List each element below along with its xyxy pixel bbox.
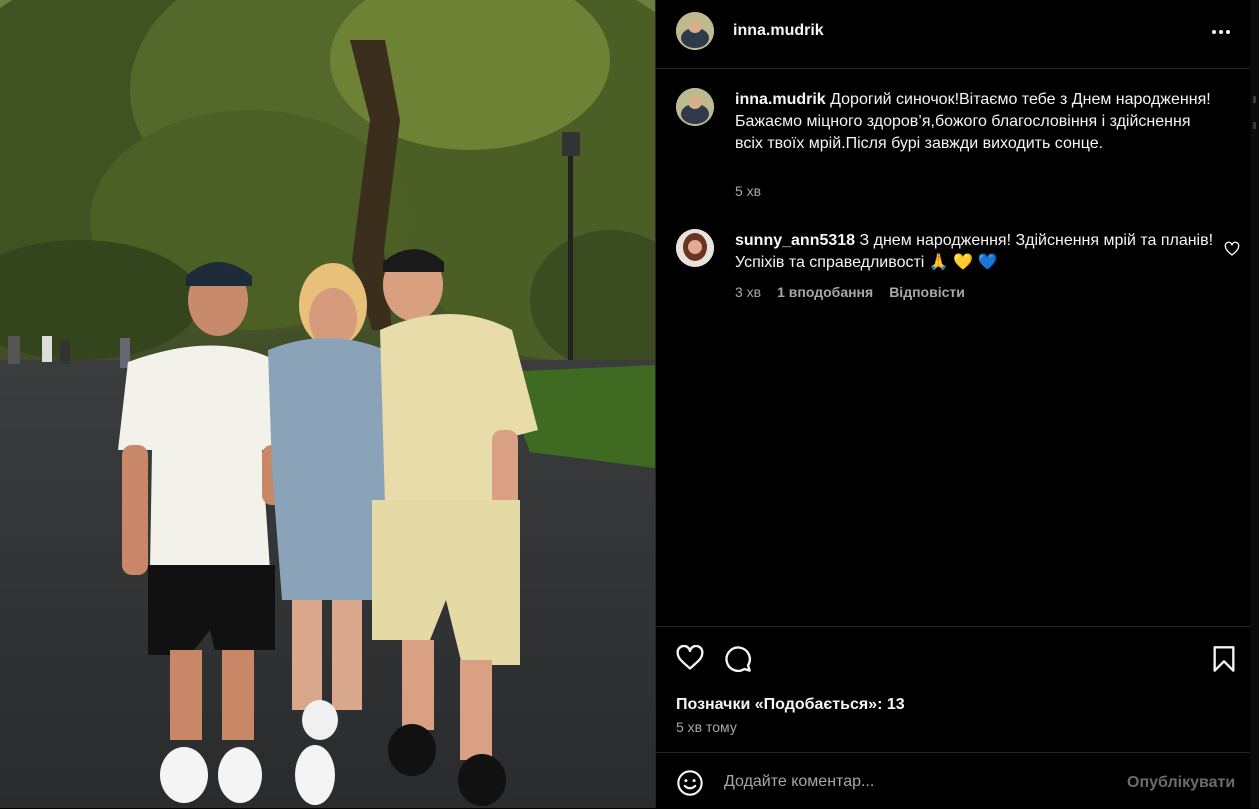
add-comment-form: Опублікувати [656, 752, 1251, 809]
caption-author-avatar-image [676, 88, 714, 126]
scrollbar-strip[interactable] [1250, 0, 1259, 808]
author-avatar[interactable] [676, 12, 714, 50]
comment-like-heart-icon[interactable] [1224, 241, 1240, 257]
emoji-icon[interactable] [676, 769, 704, 797]
scrollbar-tick [1253, 96, 1256, 103]
commenter-avatar-image [676, 229, 714, 267]
comment-text-block: sunny_ann5318 З днем народження! Здійсне… [735, 230, 1215, 274]
post-photo-illustration [0, 0, 655, 808]
caption-author-avatar[interactable] [676, 88, 714, 126]
author-username[interactable]: inna.mudrik [733, 22, 824, 40]
reply-button[interactable]: Відповісти [889, 284, 965, 300]
post-timestamp[interactable]: 5 хв тому [676, 719, 737, 735]
caption-username[interactable]: inna.mudrik [735, 91, 826, 108]
comment-likes-count[interactable]: 1 вподобання [777, 284, 873, 300]
author-avatar-image [676, 12, 714, 50]
post-comment-button[interactable]: Опублікувати [1127, 774, 1235, 792]
more-options-icon[interactable] [1204, 18, 1238, 46]
commenter-avatar[interactable] [676, 229, 714, 267]
comment-input[interactable] [722, 769, 1106, 795]
heart-icon[interactable] [676, 645, 704, 671]
comment-time[interactable]: 3 хв [735, 284, 761, 300]
post-photo[interactable] [0, 0, 655, 808]
post-details-panel: inna.mudrik inna.mudrik Дорогий синочок!… [655, 0, 1251, 808]
comment-icon[interactable] [724, 645, 752, 673]
post-actions: Позначки «Подобається»: 13 5 хв тому [656, 626, 1251, 749]
caption-text-block: inna.mudrik Дорогий синочок!Вітаємо тебе… [735, 89, 1215, 155]
likes-count[interactable]: Позначки «Подобається»: 13 [676, 696, 905, 714]
post-header: inna.mudrik [656, 0, 1251, 69]
scrollbar-tick [1253, 122, 1256, 129]
comment-meta: 3 хв 1 вподобання Відповісти [735, 284, 965, 300]
caption-meta: 5 хв [735, 183, 761, 199]
bookmark-icon[interactable] [1212, 645, 1236, 673]
caption-time[interactable]: 5 хв [735, 183, 761, 199]
commenter-username[interactable]: sunny_ann5318 [735, 232, 855, 249]
